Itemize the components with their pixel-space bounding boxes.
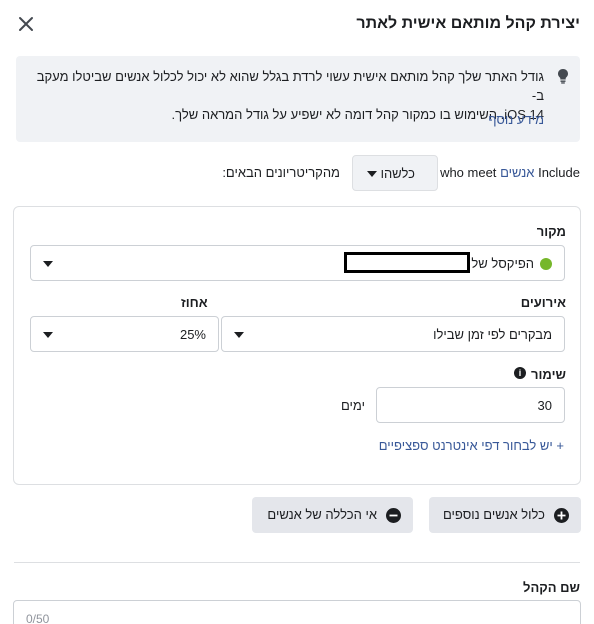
dialog-title: יצירת קהל מותאם אישית לאתר xyxy=(356,15,580,32)
percent-dropdown[interactable]: 25% xyxy=(30,316,219,352)
chevron-down-icon xyxy=(234,332,244,338)
include-more-people-label: כלול אנשים נוספים xyxy=(442,507,545,522)
include-more-people-button[interactable]: כלול אנשים נוספים xyxy=(429,497,581,533)
people-link[interactable]: אנשים xyxy=(500,165,534,180)
exclude-people-label: אי הכללה של אנשים xyxy=(267,507,377,522)
character-counter: 0/50 xyxy=(26,612,50,624)
match-any-dropdown[interactable]: כלשהו xyxy=(352,155,438,191)
retention-unit: ימים xyxy=(341,398,365,413)
add-specific-pages-link[interactable]: + יש לבחור דפי אינטרנט ספציפיים xyxy=(379,438,564,453)
include-text: who meet אנשים Include xyxy=(440,165,580,180)
percent-value: 25% xyxy=(179,327,206,342)
info-text-line2: iOS 14. השימוש בו כמקור קהל דומה לא ישפי… xyxy=(171,107,544,122)
audience-name-label: שם הקהל xyxy=(523,580,580,595)
exclude-people-button[interactable]: אי הכללה של אנשים xyxy=(252,497,413,533)
info-icon[interactable]: i xyxy=(514,367,526,379)
chevron-down-icon xyxy=(367,171,377,177)
chevron-down-icon xyxy=(43,261,53,267)
audience-rule-card: מקור הפיקסל של אירועים אחוז מבקרים לפי ז… xyxy=(13,206,581,485)
retention-days-value: 30 xyxy=(537,398,552,413)
audience-name-input[interactable]: 0/50 xyxy=(13,600,581,624)
close-button[interactable] xyxy=(16,14,36,34)
source-label: מקור xyxy=(536,224,566,239)
source-dropdown[interactable]: הפיקסל של xyxy=(30,245,565,281)
criteria-suffix: מהקריטריונים הבאים: xyxy=(222,165,340,180)
source-value: הפיקסל של xyxy=(471,256,534,271)
chevron-down-icon xyxy=(43,332,53,338)
plus-circle-icon xyxy=(554,508,569,523)
events-value: מבקרים לפי זמן שבילו xyxy=(433,327,552,342)
info-text-line1: גודל האתר שלך קהל מותאם אישית עשוי לרדת … xyxy=(36,69,544,103)
retention-label: שימור xyxy=(531,367,566,382)
info-text: גודל האתר שלך קהל מותאם אישית עשוי לרדת … xyxy=(24,67,544,124)
minus-circle-icon xyxy=(386,508,401,523)
pixel-status-dot xyxy=(540,258,552,270)
events-label: אירועים xyxy=(520,295,566,310)
lightbulb-icon xyxy=(558,69,568,84)
learn-more-link[interactable]: מידע נוסף xyxy=(488,112,544,127)
ios14-info-box: גודל האתר שלך קהל מותאם אישית עשוי לרדת … xyxy=(16,56,580,142)
section-divider xyxy=(14,562,580,563)
percent-label: אחוז xyxy=(181,295,208,310)
who-meet-text: who meet xyxy=(440,165,497,180)
close-icon xyxy=(19,17,33,31)
events-dropdown[interactable]: מבקרים לפי זמן שבילו xyxy=(221,316,565,352)
include-word: Include xyxy=(538,165,580,180)
redacted-pixel-name xyxy=(344,252,470,273)
include-criteria-row: who meet אנשים Include כלשהו מהקריטריוני… xyxy=(14,155,580,191)
retention-days-input[interactable]: 30 xyxy=(376,387,565,423)
match-any-value: כלשהו xyxy=(380,166,415,181)
